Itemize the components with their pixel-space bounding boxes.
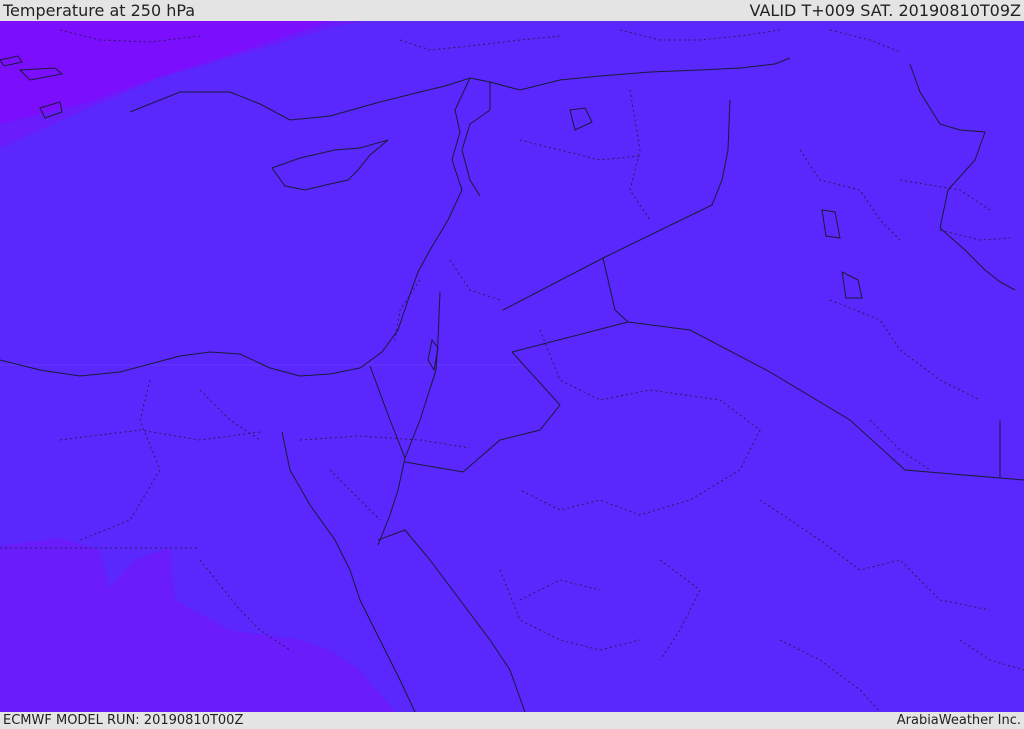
weather-map[interactable] <box>0 21 1024 712</box>
credit-label: ArabiaWeather Inc. <box>896 713 1021 728</box>
valid-time: VALID T+009 SAT. 20190810T09Z <box>749 1 1021 20</box>
footer-bar: ECMWF MODEL RUN: 20190810T00Z ArabiaWeat… <box>0 712 1024 729</box>
map-title: Temperature at 250 hPa <box>3 1 196 20</box>
map-canvas <box>0 21 1024 712</box>
header-bar: Temperature at 250 hPa VALID T+009 SAT. … <box>0 0 1024 21</box>
model-run: ECMWF MODEL RUN: 20190810T00Z <box>3 713 244 728</box>
